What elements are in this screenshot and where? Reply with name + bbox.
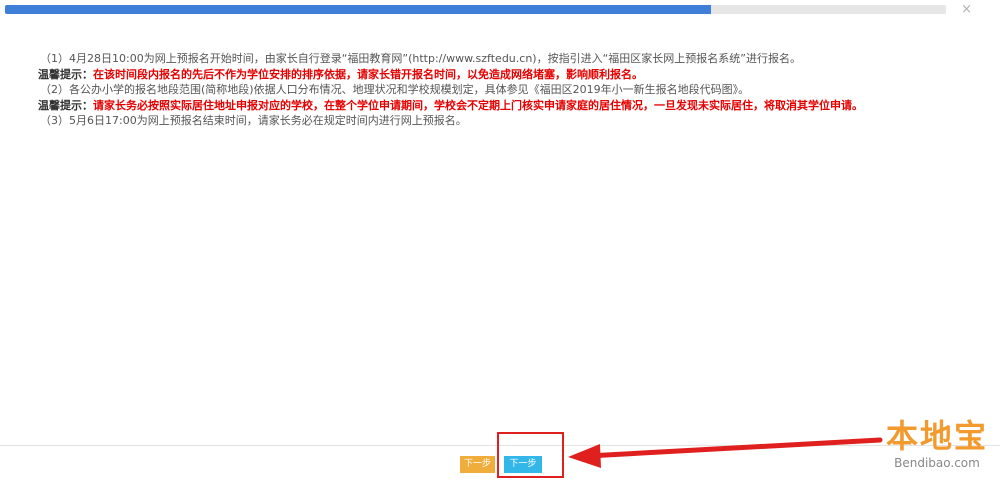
tip-label: 温馨提示： (38, 98, 93, 112)
previous-step-button[interactable]: 下一步 (460, 456, 495, 473)
progress-bar-fill (5, 5, 711, 14)
tip-text: 请家长务必按照实际居住地址申报对应的学校，在整个学位申请期间，学校会不定期上门核… (93, 98, 863, 112)
warning-tip-1: 温馨提示：在该时间段内报名的先后不作为学位安排的排序依据，请家长错开报名时间，以… (38, 67, 958, 83)
warning-tip-2: 温馨提示：请家长务必按照实际居住地址申报对应的学校，在整个学位申请期间，学校会不… (38, 98, 958, 114)
progress-bar (5, 5, 946, 14)
watermark-url: Bendibao.com (894, 456, 980, 470)
watermark: 本地宝 Bendibao.com (886, 418, 988, 470)
tip-label: 温馨提示： (38, 67, 93, 81)
instruction-step-2: （2）各公办小学的报名地段范围(简称地段)依据人口分布情况、地理状况和学校规模划… (40, 83, 750, 96)
instructions-panel: （1）4月28日10:00为网上预报名开始时间，由家长自行登录“福田教育网”(h… (38, 51, 958, 129)
instruction-step-1: （1）4月28日10:00为网上预报名开始时间，由家长自行登录“福田教育网”(h… (40, 52, 801, 65)
tip-text: 在该时间段内报名的先后不作为学位安排的排序依据，请家长错开报名时间，以免造成网络… (93, 67, 643, 81)
annotation-highlight-box (497, 432, 564, 478)
watermark-logo: 本地宝 (885, 417, 988, 455)
close-icon[interactable]: × (961, 2, 972, 17)
instruction-step-3: （3）5月6日17:00为网上预报名结束时间，请家长务必在规定时间内进行网上预报… (40, 114, 467, 127)
